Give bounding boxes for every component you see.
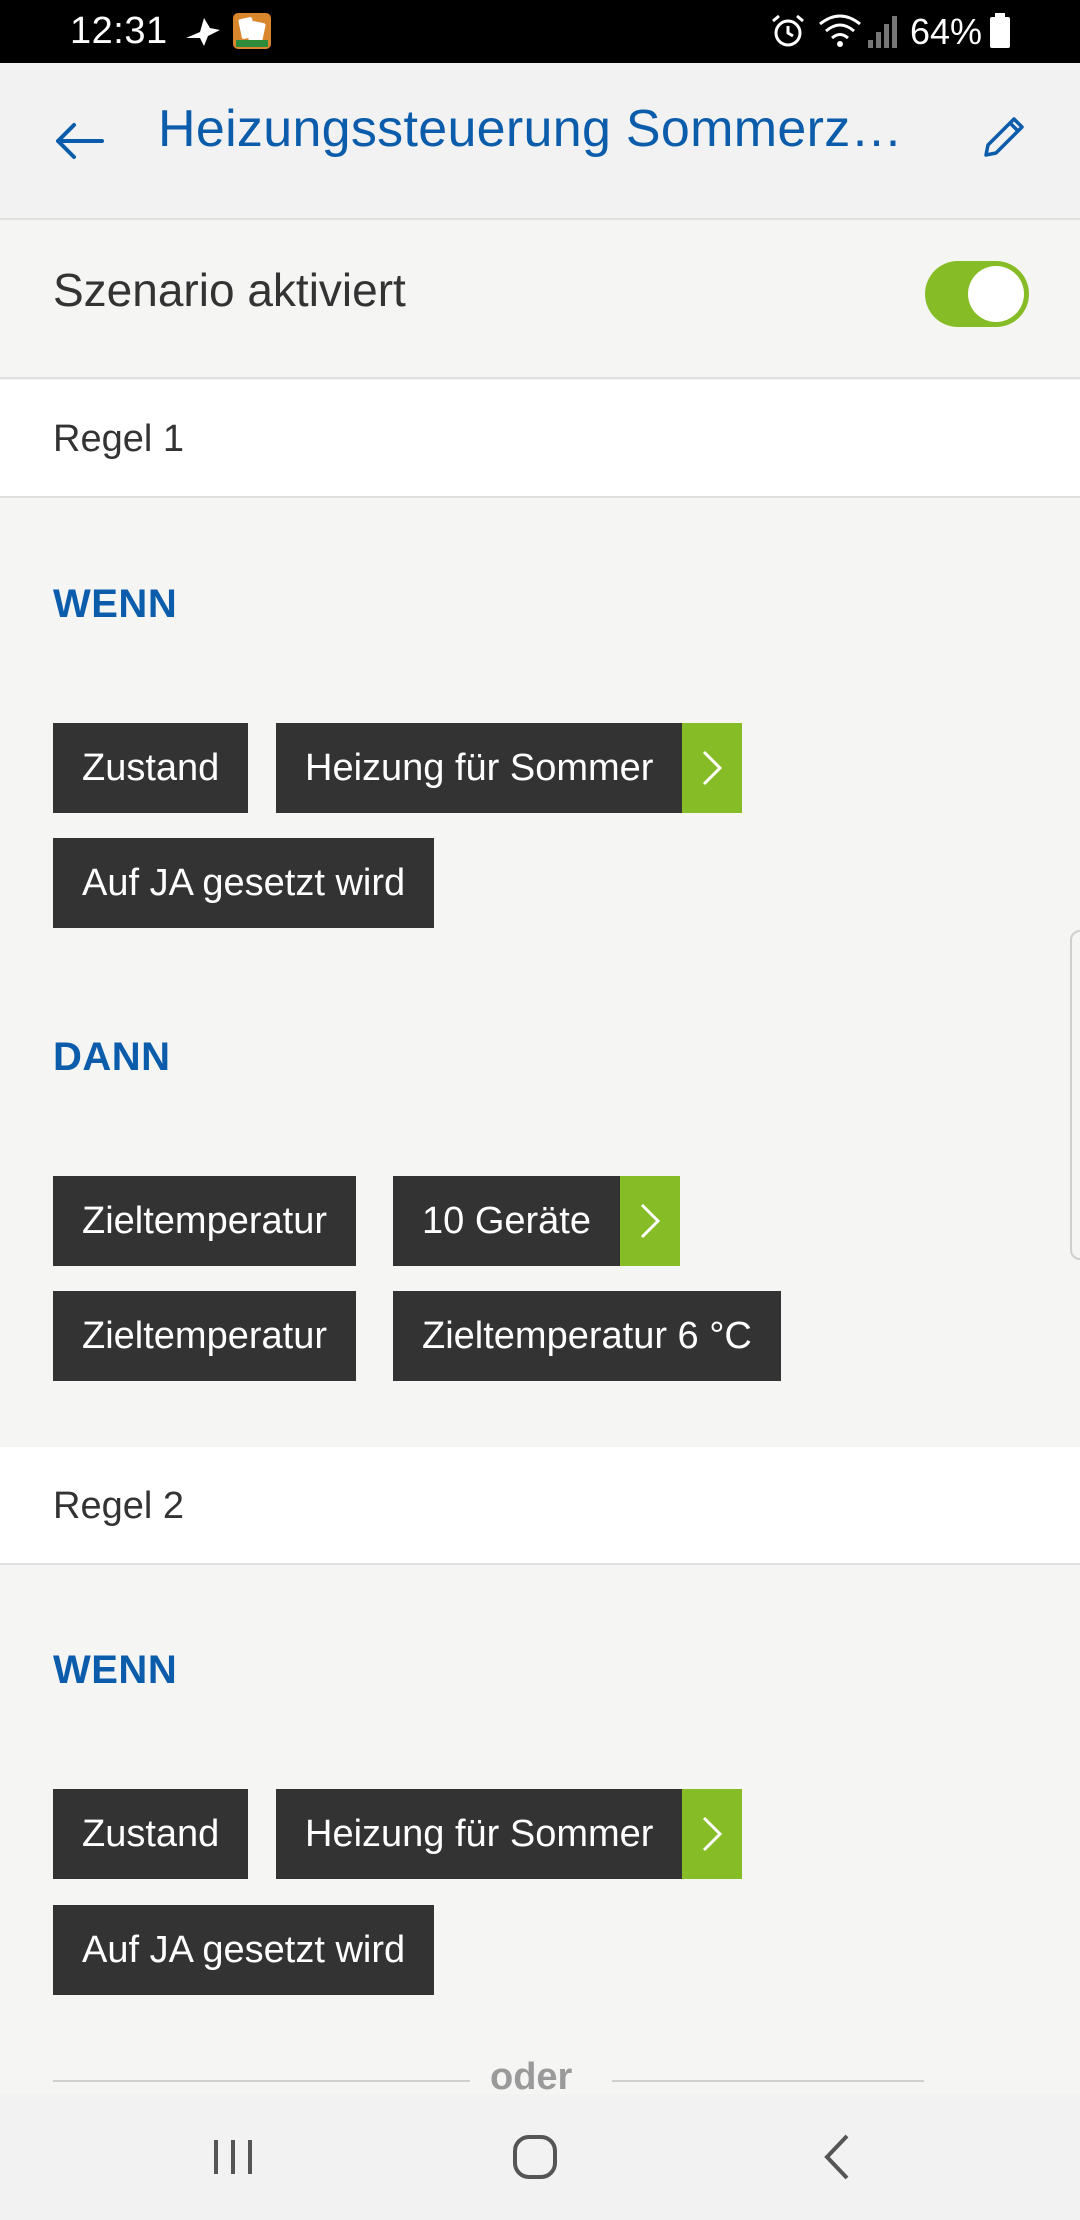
or-separator: oder: [490, 2056, 573, 2098]
bird-app-icon: [186, 18, 220, 46]
action-chip[interactable]: Zieltemperatur: [53, 1176, 356, 1266]
status-bar: 12:31 64%: [0, 0, 1080, 63]
alarm-icon: [772, 14, 804, 47]
rule-header[interactable]: Regel 1: [0, 380, 1080, 498]
divider: [612, 2080, 924, 2082]
signal-icon: [868, 16, 897, 48]
home-icon[interactable]: [502, 2124, 568, 2190]
wifi-icon: [819, 14, 861, 47]
back-nav-icon[interactable]: [805, 2124, 871, 2190]
app-bar: Heizungssteuerung Sommerz…: [0, 63, 1080, 220]
system-nav-bar: [0, 2094, 1080, 2220]
condition-chip[interactable]: Auf JA gesetzt wird: [53, 838, 435, 928]
device-chip[interactable]: Heizung für Sommer: [276, 723, 743, 813]
divider: [53, 2080, 470, 2082]
battery-icon: [990, 13, 1010, 48]
device-chip[interactable]: Heizung für Sommer: [276, 1789, 743, 1879]
devices-chip[interactable]: 10 Geräte: [393, 1176, 680, 1266]
rule-label: Regel 1: [53, 418, 184, 460]
recent-apps-icon[interactable]: [200, 2124, 266, 2190]
rule-label: Regel 2: [53, 1485, 184, 1527]
scenario-toggle[interactable]: [925, 261, 1029, 327]
battery-percent: 64%: [910, 11, 983, 52]
toggle-knob: [968, 266, 1024, 322]
solitaire-app-icon: [233, 13, 271, 49]
chip-label: Heizung für Sommer: [305, 746, 654, 789]
condition-chip[interactable]: Zustand: [53, 723, 249, 813]
scenario-toggle-row: Szenario aktiviert: [0, 221, 1080, 379]
page-title: Heizungssteuerung Sommerz…: [158, 100, 903, 158]
arrow-left-icon[interactable]: [52, 113, 108, 169]
when-heading: WENN: [53, 582, 178, 626]
status-time: 12:31: [70, 10, 168, 52]
rule-header[interactable]: Regel 2: [0, 1447, 1080, 1565]
action-chip[interactable]: Zieltemperatur: [53, 1291, 356, 1381]
pencil-icon[interactable]: [978, 111, 1030, 163]
condition-chip[interactable]: Auf JA gesetzt wird: [53, 1905, 435, 1995]
condition-chip[interactable]: Zustand: [53, 1789, 249, 1879]
when-heading: WENN: [53, 1648, 178, 1692]
chip-label: Heizung für Sommer: [305, 1812, 654, 1855]
chevron-right-icon[interactable]: [682, 1789, 743, 1879]
then-heading: DANN: [53, 1035, 171, 1079]
side-panel-handle[interactable]: [1070, 930, 1080, 1260]
chip-label: 10 Geräte: [422, 1199, 591, 1242]
chevron-right-icon[interactable]: [682, 723, 743, 813]
chevron-right-icon[interactable]: [620, 1176, 680, 1266]
action-value-chip[interactable]: Zieltemperatur 6 °C: [393, 1291, 781, 1381]
scenario-label: Szenario aktiviert: [53, 264, 406, 316]
